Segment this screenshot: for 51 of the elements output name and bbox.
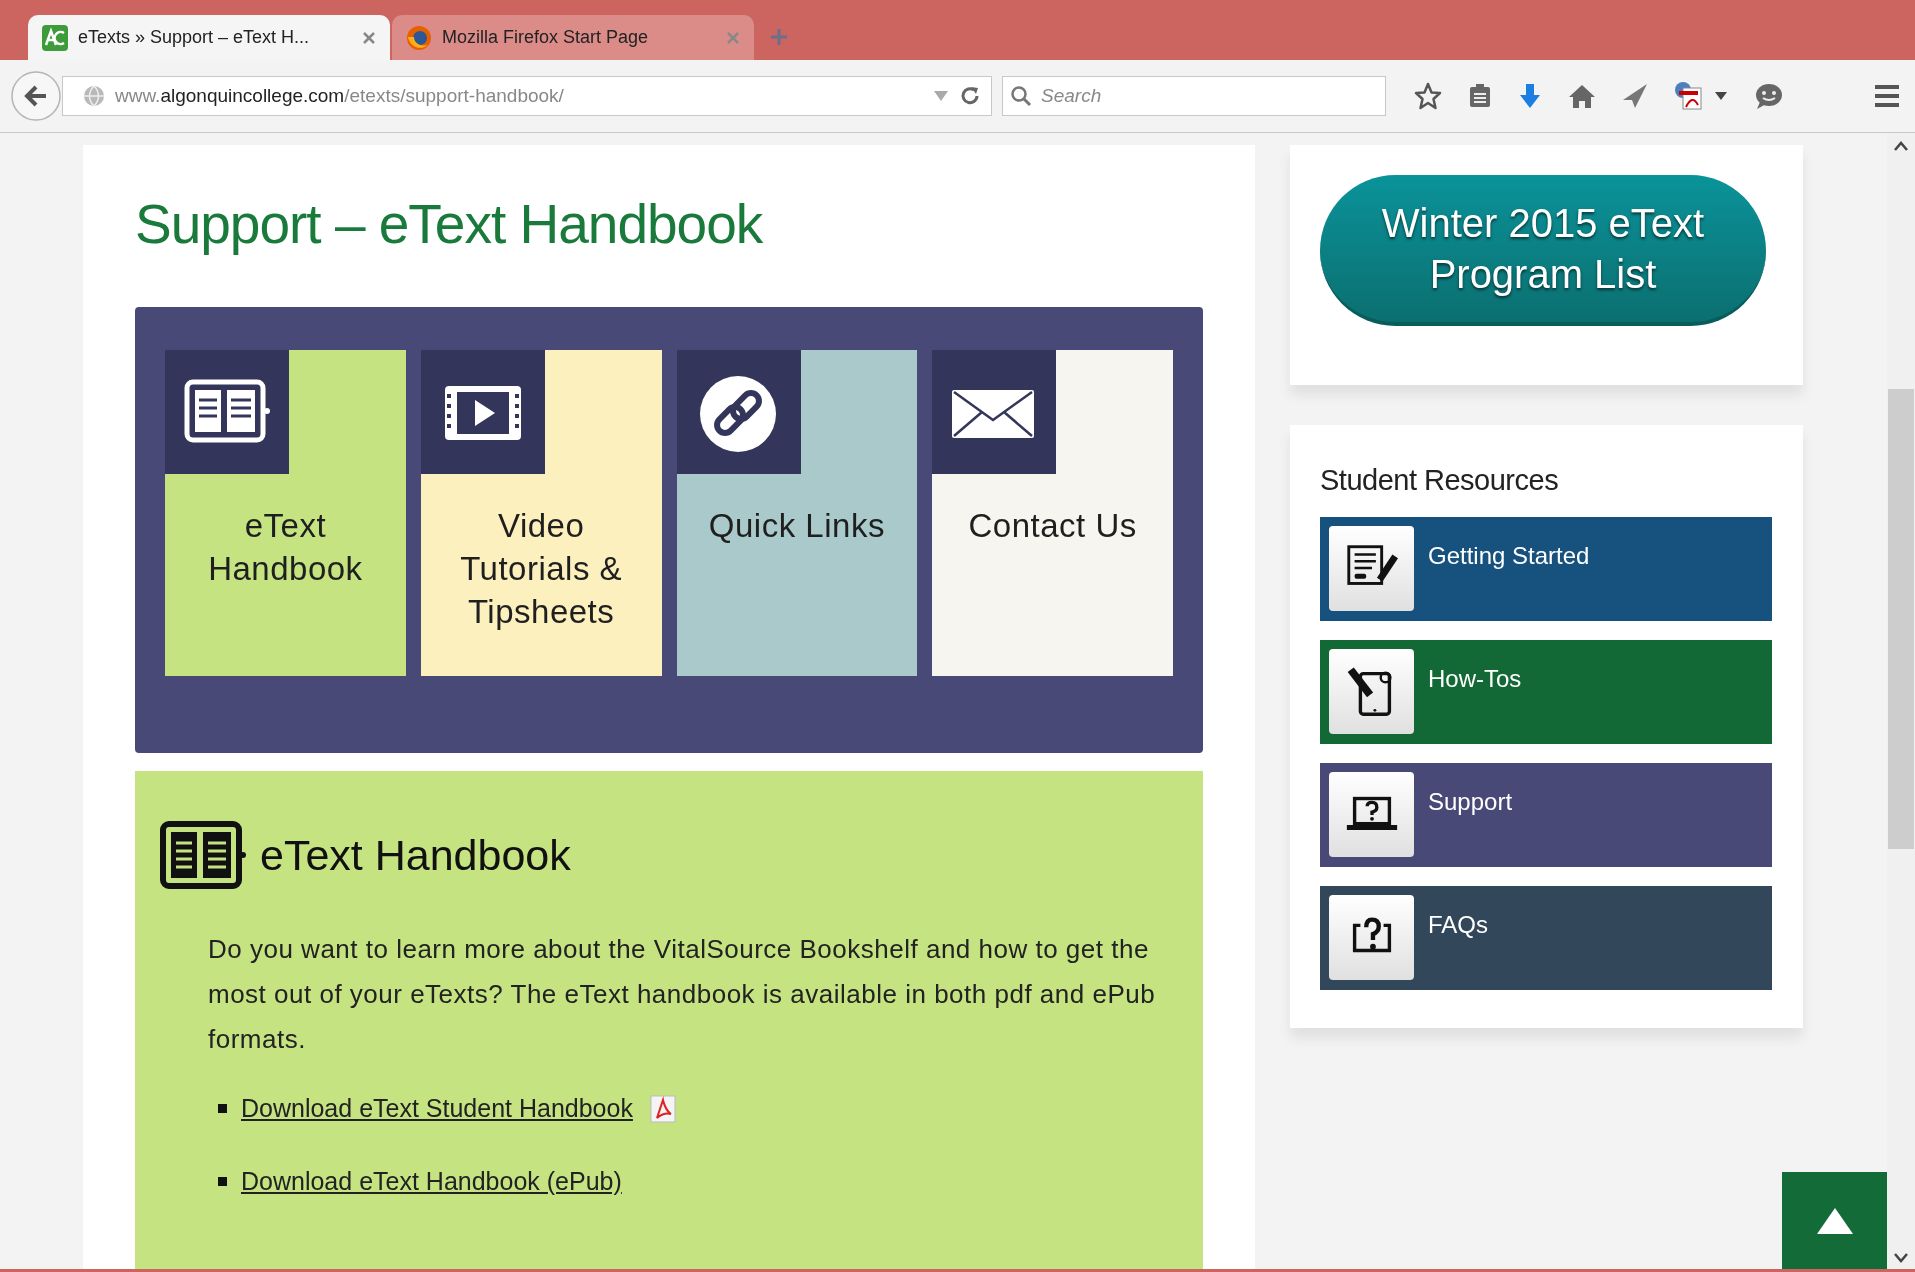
download-link[interactable]: Download eText Student Handbook xyxy=(241,1090,633,1128)
tab-title: eTexts » Support – eText H... xyxy=(78,26,311,49)
globe-icon xyxy=(83,85,105,107)
home-icon[interactable] xyxy=(1568,83,1596,109)
clipboard-icon[interactable] xyxy=(1468,83,1492,109)
tab-title: Mozilla Firefox Start Page xyxy=(442,26,650,49)
browser-tab[interactable]: eTexts » Support – eText H... xyxy=(28,15,390,60)
category-tile[interactable]: Video Tutorials & Tipsheets xyxy=(420,350,662,676)
site-icon xyxy=(42,24,68,51)
resource-link[interactable]: Getting Started xyxy=(1320,516,1772,621)
paper-plane-icon[interactable] xyxy=(1622,83,1648,109)
tile-label: Quick Links xyxy=(708,507,885,544)
chat-icon[interactable] xyxy=(1754,82,1784,110)
pdf-icon[interactable] xyxy=(1674,81,1704,111)
resource-link[interactable]: FAQs xyxy=(1320,885,1772,990)
search-field[interactable]: Search xyxy=(1002,76,1386,116)
category-tile[interactable]: Contact Us xyxy=(932,350,1173,676)
tile-label: Contact Us xyxy=(968,507,1137,544)
sidebar-heading: Student Resources xyxy=(1320,463,1560,498)
url-text: www. xyxy=(115,84,161,106)
tile-label: Video Tutorials & Tipsheets xyxy=(460,507,623,630)
section-paragraph: Do you want to learn more about the VitalSource Bookshelf and how to get the most out of your eTexts? The eText handbook is available in both pdf and ePub formats. xyxy=(208,933,1157,1056)
scrollbar-thumb[interactable] xyxy=(1888,389,1914,849)
browser-tab[interactable]: Mozilla Firefox Start Page xyxy=(392,15,754,60)
back-to-top-button[interactable] xyxy=(1782,1172,1887,1269)
star-icon[interactable] xyxy=(1414,82,1442,110)
scroll-up-icon[interactable] xyxy=(1894,141,1908,151)
close-icon[interactable] xyxy=(362,30,376,45)
address-bar[interactable]: www.algonquincollege.com/etexts/support-handbook/ xyxy=(62,76,992,116)
tablet-book-icon xyxy=(160,821,246,889)
pdf-icon xyxy=(648,1093,677,1124)
bullet-icon xyxy=(218,1176,227,1186)
resource-link[interactable]: Support xyxy=(1320,762,1772,867)
search-icon xyxy=(1010,85,1032,107)
resource-link[interactable]: How-Tos xyxy=(1320,639,1772,744)
reload-icon[interactable] xyxy=(959,85,981,107)
globe-icon xyxy=(406,24,432,51)
caret-icon[interactable] xyxy=(1714,91,1728,101)
bullet-icon xyxy=(218,1104,227,1114)
back-icon[interactable] xyxy=(10,70,62,122)
download-icon[interactable] xyxy=(1518,82,1542,110)
download-link[interactable]: Download eText Handbook (ePub) xyxy=(241,1162,622,1200)
tile-label: eText Handbook xyxy=(208,507,363,587)
url-text: /etexts/support-handbook/ xyxy=(344,84,564,106)
section-title: eText Handbook xyxy=(260,829,571,881)
category-tile[interactable]: eText Handbook xyxy=(165,350,406,676)
category-tile[interactable]: Quick Links xyxy=(676,350,918,676)
program-list-button[interactable]: Winter 2015 eText Program List xyxy=(1320,175,1766,326)
menu-icon[interactable] xyxy=(1873,84,1901,108)
url-text: algonquincollege.com xyxy=(160,84,345,106)
scroll-down-icon[interactable] xyxy=(1894,1253,1908,1263)
